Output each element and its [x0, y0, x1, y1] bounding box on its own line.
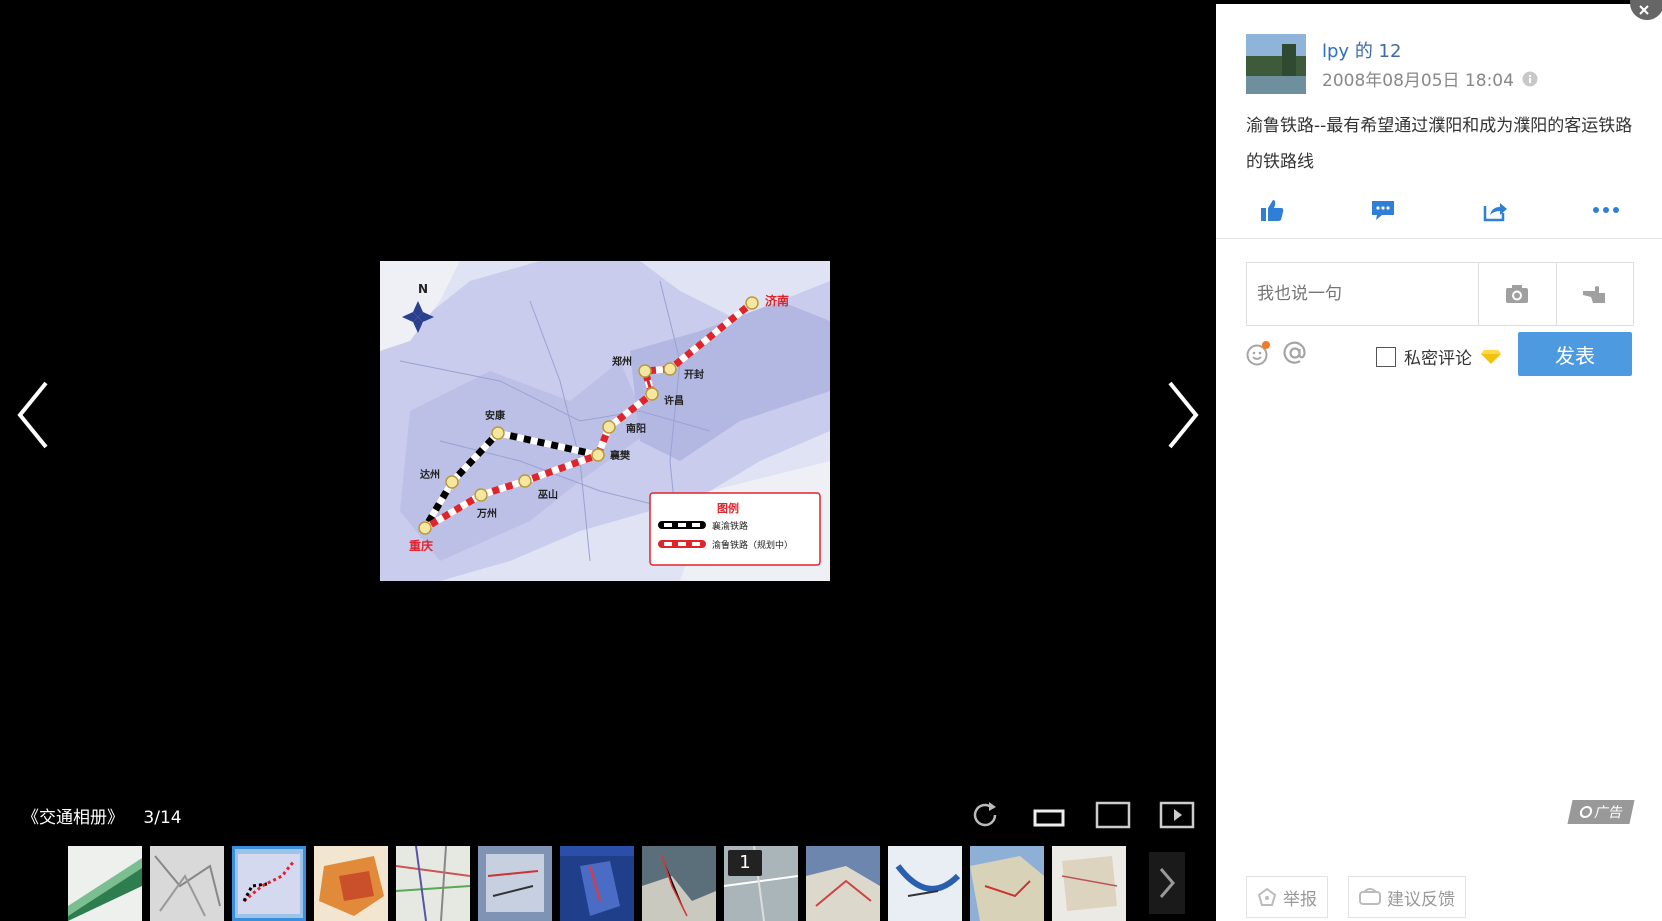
original-size-icon [1033, 809, 1065, 827]
camera-icon [1506, 285, 1529, 303]
pointing-hand-icon [1582, 286, 1605, 303]
fullscreen-icon [1095, 801, 1131, 829]
thumbs-up-icon [1260, 200, 1284, 221]
thumbnail[interactable] [970, 846, 1044, 921]
close-icon [1639, 5, 1649, 15]
previous-photo-button[interactable] [8, 375, 58, 455]
slideshow-button[interactable] [1157, 798, 1197, 832]
comment-input[interactable] [1247, 263, 1478, 325]
avatar[interactable] [1246, 34, 1306, 94]
thumbnail[interactable] [806, 846, 880, 921]
main-photo: N 济南 郑州 开封 许昌 南阳 安康 襄樊 达州 巫山 万州 重庆 图例 襄渝… [380, 261, 830, 581]
city-label: 万州 [476, 508, 497, 520]
city-label: 巫山 [538, 488, 558, 501]
share-icon [1483, 203, 1507, 222]
city-label: 开封 [684, 368, 704, 381]
action-bar [1216, 182, 1662, 239]
at-sign-icon [1283, 341, 1306, 364]
city-label: 许昌 [664, 394, 684, 407]
play-icon [1159, 801, 1195, 829]
album-name[interactable]: 《交通相册》 [22, 808, 124, 828]
report-button[interactable]: 举报 [1246, 876, 1328, 918]
comment-panel: lpy 的 12 2008年08月05日 18:04 渝鲁铁路--最有希望通过濮… [1216, 4, 1662, 921]
upload-photo-button[interactable] [1478, 263, 1556, 325]
thumbnail[interactable] [396, 846, 470, 921]
album-info: 《交通相册》 3/14 [22, 803, 182, 828]
comment-box [1246, 262, 1634, 326]
feedback-label: 建议反馈 [1387, 889, 1455, 910]
chevron-left-icon [17, 381, 48, 449]
rotate-icon [973, 802, 997, 827]
north-label: N [418, 282, 428, 296]
like-button[interactable] [1252, 190, 1292, 230]
thumbnail-current[interactable] [232, 846, 306, 921]
feedback-button[interactable]: 建议反馈 [1348, 876, 1466, 918]
city-label: 南阳 [626, 422, 646, 435]
ad-badge[interactable]: 广告 [1567, 800, 1635, 824]
comment-tools [1246, 340, 1308, 370]
report-label: 举报 [1283, 889, 1317, 910]
city-label: 济南 [765, 293, 789, 308]
rotate-button[interactable] [965, 798, 1005, 832]
diamond-vip-icon [1481, 349, 1501, 364]
publish-button[interactable]: 发表 [1518, 332, 1632, 376]
city-label: 郑州 [612, 355, 632, 368]
thumbnail[interactable]: 1 [724, 846, 798, 921]
thumbnail[interactable] [478, 846, 552, 921]
city-label: 重庆 [409, 538, 433, 553]
photo-counter: 3/14 [143, 808, 182, 828]
info-icon[interactable] [1522, 71, 1538, 87]
thumbnail-strip: 1 [68, 846, 1126, 921]
original-size-button[interactable] [1029, 798, 1069, 832]
thumbnail[interactable] [1052, 846, 1126, 921]
chevron-right-icon [1168, 381, 1199, 449]
post-date: 2008年08月05日 18:04 [1322, 66, 1538, 91]
date-text: 2008年08月05日 18:04 [1322, 71, 1514, 91]
comment-icon [1372, 201, 1395, 220]
chevron-right-icon [1159, 868, 1175, 898]
thumbnail[interactable] [642, 846, 716, 921]
report-icon [1257, 887, 1277, 906]
legend-item: 渝鲁铁路（规划中） [712, 539, 793, 551]
share-button[interactable] [1475, 190, 1515, 230]
legend-title: 图例 [717, 501, 739, 515]
thumbnail[interactable] [68, 846, 142, 921]
thumbnail[interactable] [314, 846, 388, 921]
private-comment-label: 私密评论 [1404, 349, 1472, 369]
ad-icon [1579, 806, 1593, 818]
more-button[interactable] [1586, 190, 1626, 230]
city-label: 襄樊 [609, 449, 631, 462]
next-photo-button[interactable] [1158, 375, 1208, 455]
close-viewer-button[interactable] [1630, 0, 1662, 20]
thumbnail[interactable] [150, 846, 224, 921]
comment-button[interactable] [1363, 190, 1403, 230]
private-comment-option[interactable]: 私密评论 [1376, 344, 1502, 369]
viewer-toolbar [965, 798, 1197, 832]
city-label: 安康 [485, 409, 506, 422]
mention-button[interactable] [1282, 340, 1308, 370]
photo-viewer: N 济南 郑州 开封 许昌 南阳 安康 襄樊 达州 巫山 万州 重庆 图例 襄渝… [0, 0, 1216, 921]
user-info: lpy 的 12 [1322, 37, 1401, 63]
more-icon [1593, 207, 1620, 213]
thumbnail[interactable] [560, 846, 634, 921]
city-label: 达州 [420, 468, 440, 481]
ad-label: 广告 [1593, 805, 1625, 821]
thumbnail-badge: 1 [728, 850, 762, 876]
smiley-icon [1246, 341, 1270, 366]
thumbnail[interactable] [888, 846, 962, 921]
legend-item: 襄渝铁路 [712, 520, 748, 532]
photo-owner-suffix: 的 12 [1349, 41, 1402, 62]
fullscreen-button[interactable] [1093, 798, 1133, 832]
photo-description: 渝鲁铁路--最有希望通过濮阳和成为濮阳的客运铁路的铁路线 [1246, 116, 1633, 172]
thumbnail-next-button[interactable] [1149, 852, 1185, 914]
emoji-button[interactable] [1246, 340, 1272, 370]
feedback-icon [1359, 888, 1381, 905]
poke-button[interactable] [1555, 263, 1634, 325]
map-legend: 图例 襄渝铁路 渝鲁铁路（规划中） [649, 492, 821, 566]
user-name-link[interactable]: lpy [1322, 41, 1349, 62]
private-comment-checkbox[interactable] [1376, 346, 1396, 367]
